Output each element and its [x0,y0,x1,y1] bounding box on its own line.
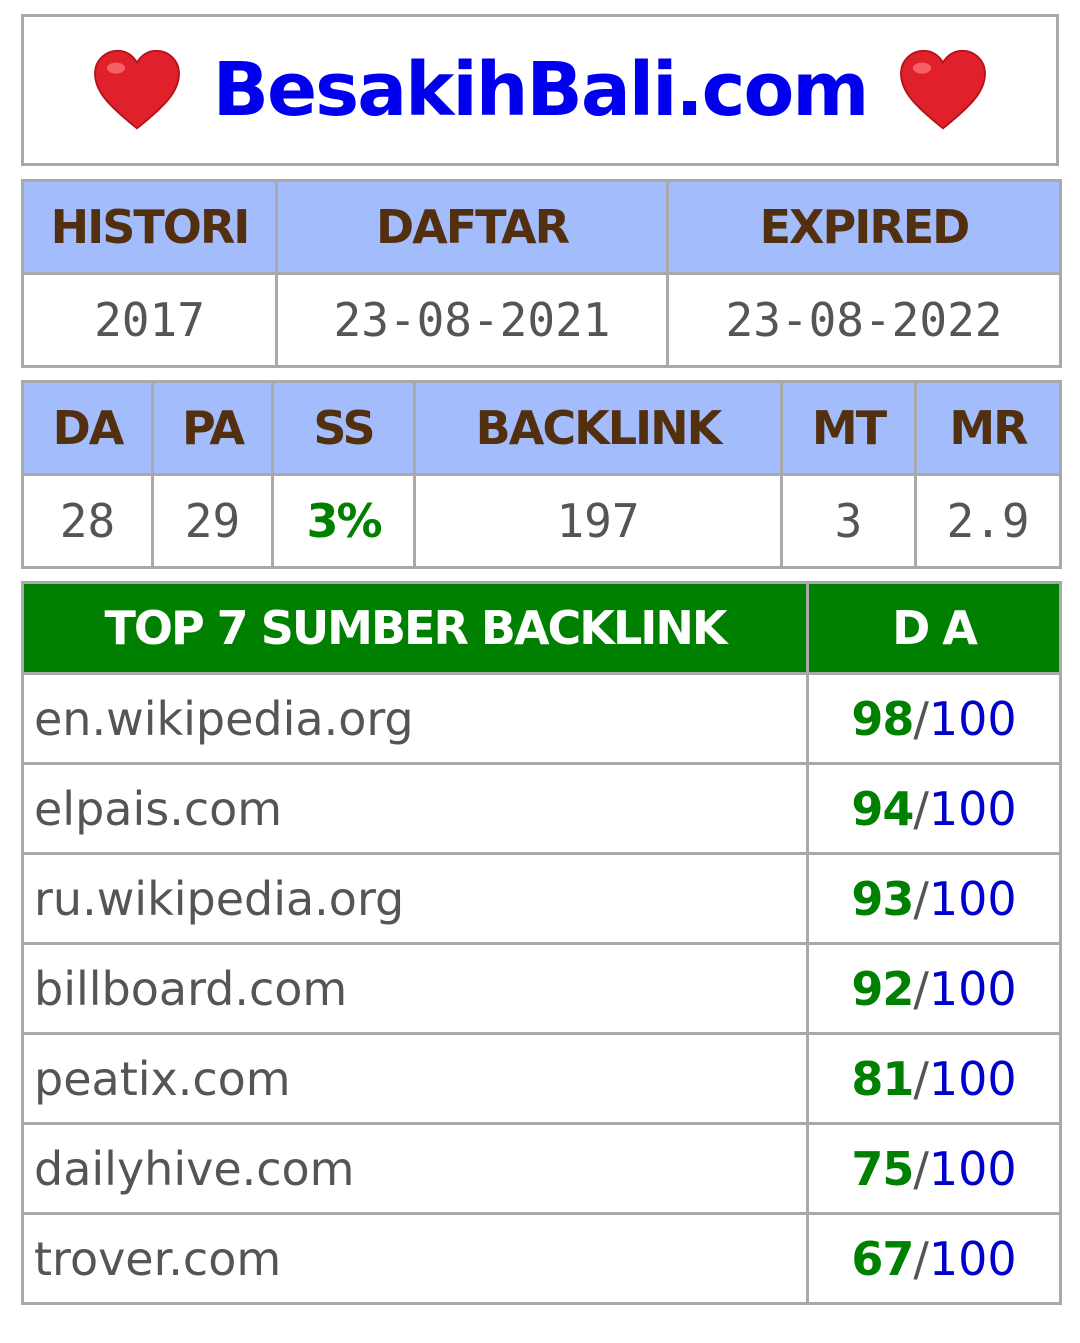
title-cell: BesakihBali.com [21,14,1059,166]
header-backlink: BACKLINK [413,380,783,476]
header-da: DA [21,380,154,476]
value-mt: 3 [780,473,917,569]
da-score: 93 [851,871,914,926]
da-score: 94 [851,781,914,836]
da-slash: / [913,1051,929,1106]
backlink-sources-table: TOP 7 SUMBER BACKLINK D A en.wikipedia.o… [21,581,1062,1305]
table-row: en.wikipedia.org 98/100 [21,672,1062,765]
da-score-cell: 92/100 [806,942,1062,1035]
header-expired: EXPIRED [666,179,1062,275]
value-backlink: 197 [413,473,783,569]
da-slash: / [913,961,929,1016]
da-score-cell: 94/100 [806,762,1062,855]
da-slash: / [913,1231,929,1286]
value-daftar: 23-08-2021 [275,272,669,368]
metrics-table: DA PA SS BACKLINK MT MR 28 29 3% 197 3 2… [21,380,1062,569]
source-domain: trover.com [21,1212,809,1305]
table-row: billboard.com 92/100 [21,942,1062,1035]
header-mt: MT [780,380,917,476]
heart-icon [900,49,987,130]
header-pa: PA [151,380,274,476]
header-daftar: DAFTAR [275,179,669,275]
da-slash: / [913,781,929,836]
backlink-header-row: TOP 7 SUMBER BACKLINK D A [21,581,1062,675]
da-score-cell: 75/100 [806,1122,1062,1215]
da-max: 100 [928,781,1017,836]
info-header-row: HISTORI DAFTAR EXPIRED [21,179,1062,275]
da-score-cell: 81/100 [806,1032,1062,1125]
table-row: dailyhive.com 75/100 [21,1122,1062,1215]
table-row: elpais.com 94/100 [21,762,1062,855]
info-value-row: 2017 23-08-2021 23-08-2022 [21,272,1062,368]
da-score: 92 [851,961,914,1016]
da-score: 81 [851,1051,914,1106]
table-row: ru.wikipedia.org 93/100 [21,852,1062,945]
header-domain-authority: D A [806,581,1062,675]
value-da: 28 [21,473,154,569]
da-max: 100 [928,871,1017,926]
domain-info-table: HISTORI DAFTAR EXPIRED 2017 23-08-2021 2… [21,179,1062,368]
header-top-sources: TOP 7 SUMBER BACKLINK [21,581,809,675]
source-domain: en.wikipedia.org [21,672,809,765]
metrics-header-row: DA PA SS BACKLINK MT MR [21,380,1062,476]
da-max: 100 [928,1231,1017,1286]
da-max: 100 [928,961,1017,1016]
value-histori: 2017 [21,272,278,368]
value-mr: 2.9 [914,473,1062,569]
table-row: trover.com 67/100 [21,1212,1062,1305]
da-score-cell: 67/100 [806,1212,1062,1305]
source-domain: elpais.com [21,762,809,855]
title-box: BesakihBali.com [21,14,1059,166]
source-domain: dailyhive.com [21,1122,809,1215]
metrics-value-row: 28 29 3% 197 3 2.9 [21,473,1062,569]
da-slash: / [913,1141,929,1196]
heart-icon [93,49,180,130]
da-score: 98 [851,691,914,746]
header-histori: HISTORI [21,179,278,275]
title-wrap: BesakihBali.com [24,47,1056,133]
da-max: 100 [928,1141,1017,1196]
site-title: BesakihBali.com [212,47,870,133]
da-max: 100 [928,1051,1017,1106]
value-ss: 3% [271,473,416,569]
header-mr: MR [914,380,1062,476]
da-score-cell: 93/100 [806,852,1062,945]
table-row: peatix.com 81/100 [21,1032,1062,1125]
source-domain: billboard.com [21,942,809,1035]
header-ss: SS [271,380,416,476]
source-domain: ru.wikipedia.org [21,852,809,945]
da-slash: / [913,871,929,926]
da-score: 67 [851,1231,914,1286]
da-score: 75 [851,1141,914,1196]
da-max: 100 [928,691,1017,746]
da-score-cell: 98/100 [806,672,1062,765]
value-pa: 29 [151,473,274,569]
da-slash: / [913,691,929,746]
source-domain: peatix.com [21,1032,809,1125]
value-expired: 23-08-2022 [666,272,1062,368]
